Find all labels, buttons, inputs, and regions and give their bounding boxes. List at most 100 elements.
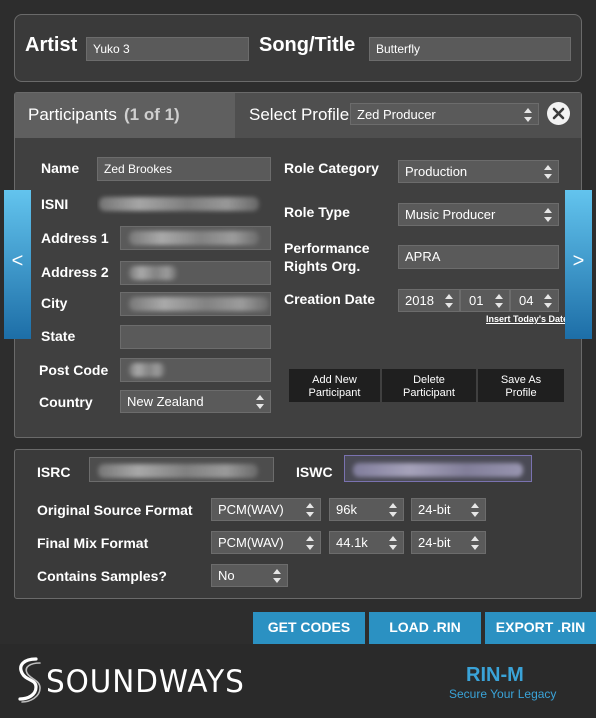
final-mix-label: Final Mix Format: [37, 535, 149, 551]
close-profile-button[interactable]: [547, 102, 570, 125]
select-arrows-icon: [524, 108, 532, 122]
select-arrows-icon: [306, 536, 314, 550]
chevron-right-icon: >: [572, 250, 585, 272]
get-codes-button[interactable]: GET CODES: [253, 612, 365, 644]
select-arrows-icon: [544, 294, 552, 308]
song-title-input[interactable]: Butterfly: [369, 37, 571, 61]
original-rate-value: 96k: [336, 502, 357, 517]
date-year-value: 2018: [405, 293, 434, 308]
save-as-profile-button[interactable]: Save As Profile: [478, 369, 564, 402]
final-bits-value: 24-bit: [418, 535, 451, 550]
isni-label: ISNI: [41, 196, 69, 212]
redacted-value: [129, 297, 269, 311]
redacted-value: [353, 463, 523, 477]
artist-label: Artist: [25, 34, 78, 56]
final-format-value: PCM(WAV): [218, 535, 284, 550]
postcode-input[interactable]: [120, 358, 271, 382]
creation-date-label: Creation Date: [284, 291, 376, 307]
select-arrows-icon: [256, 395, 264, 409]
final-rate-value: 44.1k: [336, 535, 368, 550]
pro-label-line2: Rights Org.: [284, 258, 361, 274]
role-type-value: Music Producer: [405, 207, 496, 222]
save-line2: Profile: [505, 387, 537, 399]
select-profile-label: Select Profile: [249, 105, 350, 124]
original-bits-value: 24-bit: [418, 502, 451, 517]
next-participant-button[interactable]: >: [565, 190, 592, 339]
redacted-value: [129, 266, 177, 280]
role-type-select[interactable]: Music Producer: [398, 203, 559, 226]
role-category-select[interactable]: Production: [398, 160, 559, 183]
state-label: State: [41, 328, 76, 344]
city-label: City: [41, 295, 68, 311]
address2-input[interactable]: [120, 261, 271, 285]
role-type-label: Role Type: [284, 204, 350, 220]
participants-count: (1 of 1): [124, 105, 180, 124]
delete-line1: Delete: [413, 374, 445, 386]
profile-select-value: Zed Producer: [357, 107, 436, 122]
date-day-select[interactable]: 04: [510, 289, 559, 312]
select-arrows-icon: [544, 165, 552, 179]
isrc-label: ISRC: [37, 464, 71, 480]
insert-today-link[interactable]: Insert Today's Date: [486, 314, 568, 324]
product-tagline: Secure Your Legacy: [449, 687, 557, 701]
country-label: Country: [39, 394, 93, 410]
address1-input[interactable]: [120, 226, 271, 250]
select-arrows-icon: [471, 503, 479, 517]
pro-label-line1: Performance: [284, 240, 370, 256]
select-arrows-icon: [306, 503, 314, 517]
name-input[interactable]: Zed Brookes: [97, 157, 271, 181]
date-month-select[interactable]: 01: [460, 289, 510, 312]
add-new-participant-button[interactable]: Add New Participant: [289, 369, 380, 402]
add-new-line1: Add New: [312, 374, 357, 386]
role-category-label: Role Category: [284, 160, 379, 176]
original-format-label: Original Source Format: [37, 502, 193, 518]
redacted-value: [129, 231, 259, 245]
isni-input[interactable]: [97, 193, 271, 217]
select-arrows-icon: [389, 503, 397, 517]
contains-samples-select[interactable]: No: [211, 564, 288, 587]
isrc-input[interactable]: [89, 457, 274, 482]
date-month-value: 01: [469, 293, 484, 308]
iswc-label: ISWC: [296, 464, 333, 480]
original-rate-select[interactable]: 96k: [329, 498, 404, 521]
select-arrows-icon: [471, 536, 479, 550]
country-select-value: New Zealand: [127, 394, 204, 409]
date-year-select[interactable]: 2018: [398, 289, 460, 312]
profile-select[interactable]: Zed Producer: [350, 103, 539, 125]
add-new-line2: Participant: [308, 387, 361, 399]
final-bits-select[interactable]: 24-bit: [411, 531, 486, 554]
prev-participant-button[interactable]: <: [4, 190, 31, 339]
date-day-value: 04: [519, 293, 534, 308]
participants-title: Participants: [28, 105, 117, 124]
select-arrows-icon: [389, 536, 397, 550]
final-format-select[interactable]: PCM(WAV): [211, 531, 321, 554]
soundways-logo-icon: [18, 657, 41, 703]
redacted-value: [99, 197, 259, 211]
export-rin-button[interactable]: EXPORT .RIN: [485, 612, 596, 644]
original-format-value: PCM(WAV): [218, 502, 284, 517]
contains-samples-value: No: [218, 568, 235, 583]
delete-participant-button[interactable]: Delete Participant: [382, 369, 476, 402]
city-input[interactable]: [120, 292, 271, 316]
close-icon: [552, 107, 565, 120]
select-arrows-icon: [544, 208, 552, 222]
song-title-label: Song/Title: [259, 34, 356, 56]
final-rate-select[interactable]: 44.1k: [329, 531, 404, 554]
country-select[interactable]: New Zealand: [120, 390, 271, 413]
load-rin-button[interactable]: LOAD .RIN: [369, 612, 481, 644]
select-arrows-icon: [445, 294, 453, 308]
state-input[interactable]: [120, 325, 271, 349]
postcode-label: Post Code: [39, 362, 109, 378]
select-arrows-icon: [273, 569, 281, 583]
name-label: Name: [41, 160, 80, 176]
delete-line2: Participant: [403, 387, 455, 399]
contains-samples-label: Contains Samples?: [37, 568, 167, 584]
product-name: RIN-M: [466, 664, 524, 686]
brand-name: SOUNDWAYS: [46, 664, 245, 700]
iswc-input[interactable]: [344, 455, 532, 482]
pro-input[interactable]: APRA: [398, 245, 559, 269]
artist-input[interactable]: Yuko 3: [86, 37, 249, 61]
original-format-select[interactable]: PCM(WAV): [211, 498, 321, 521]
role-category-value: Production: [405, 164, 468, 179]
original-bits-select[interactable]: 24-bit: [411, 498, 486, 521]
